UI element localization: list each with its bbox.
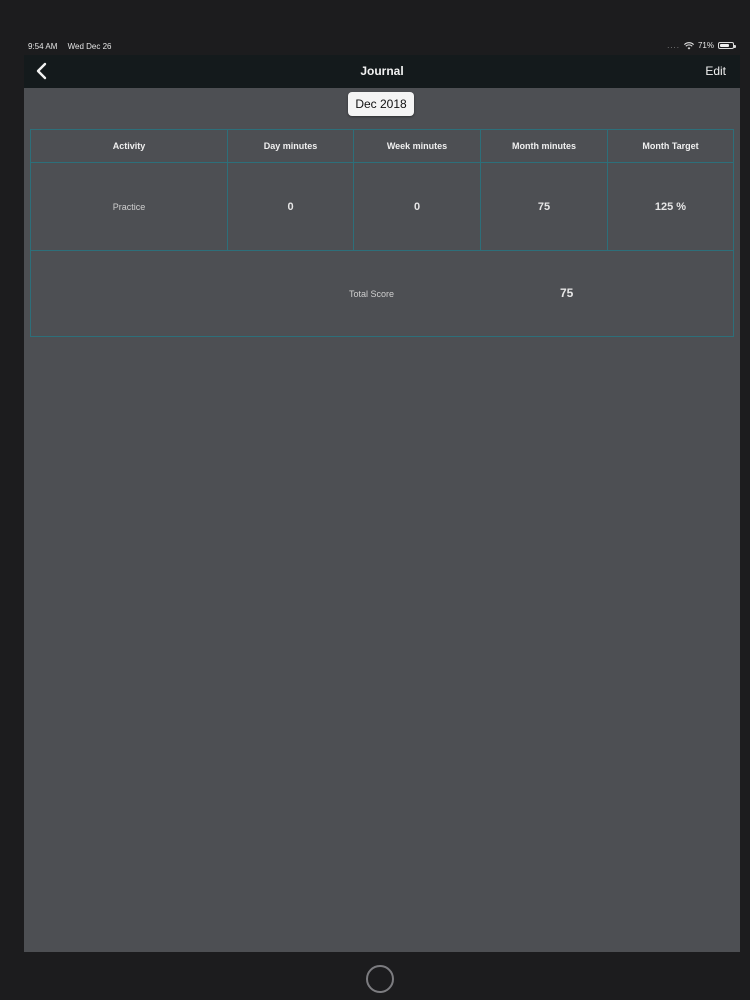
header-day-minutes: Day minutes <box>228 130 354 162</box>
battery-fill <box>720 44 729 47</box>
header-week-minutes: Week minutes <box>354 130 481 162</box>
status-left: 9:54 AM Wed Dec 26 <box>28 42 119 51</box>
status-time: 9:54 AM <box>28 42 58 51</box>
battery-icon <box>718 42 736 49</box>
page-title: Journal <box>360 64 404 78</box>
total-score-value: 75 <box>560 286 574 300</box>
table-header-row: Activity Day minutes Week minutes Month … <box>31 130 733 162</box>
wifi-icon <box>684 41 694 49</box>
total-score-label: Total Score <box>349 289 395 299</box>
journal-content: Dec 2018 Activity Day minutes Week minut… <box>24 88 740 952</box>
month-picker[interactable]: Dec 2018 <box>348 92 414 116</box>
edit-button[interactable]: Edit <box>705 64 726 78</box>
home-button[interactable] <box>366 965 394 993</box>
journal-table: Activity Day minutes Week minutes Month … <box>30 129 734 337</box>
header-month-target: Month Target <box>642 141 699 151</box>
cell-day-minutes: 0 <box>228 163 354 250</box>
signal-dots: .... <box>667 41 680 50</box>
battery-percent: 71% <box>697 41 714 50</box>
status-bar: 9:54 AM Wed Dec 26 .... 71% <box>24 40 736 54</box>
total-score-row: Total Score 75 <box>31 250 733 337</box>
status-date: Wed Dec 26 <box>67 42 112 51</box>
cell-activity: Practice <box>31 163 228 250</box>
cell-month-target: 125 % <box>654 200 687 213</box>
cell-month-minutes: 75 <box>481 163 608 250</box>
table-row[interactable]: Practice 0 0 75 125 % <box>31 162 733 250</box>
header-month-minutes: Month minutes <box>481 130 608 162</box>
status-right: .... 71% <box>667 41 736 50</box>
header-activity: Activity <box>31 130 228 162</box>
cell-week-minutes: 0 <box>354 163 481 250</box>
navigation-bar: Journal Edit <box>24 55 740 88</box>
